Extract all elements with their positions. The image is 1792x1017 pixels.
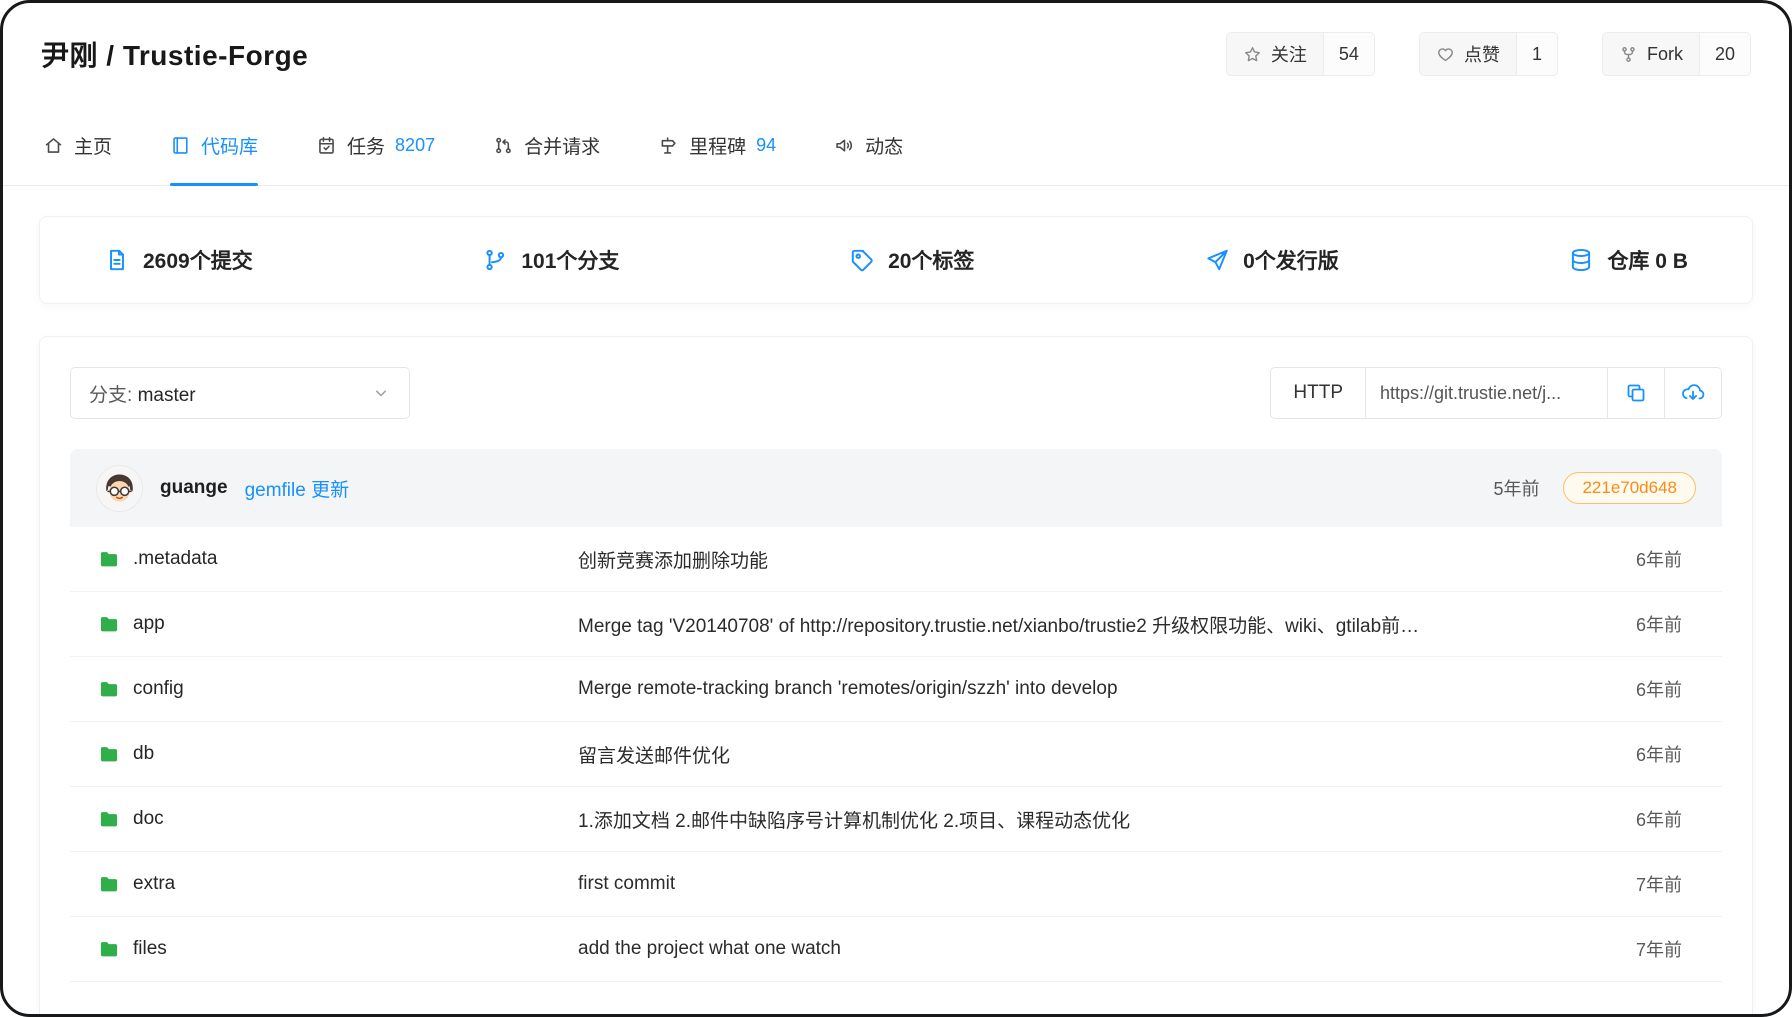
tab-merge-requests[interactable]: 合并请求 xyxy=(493,105,600,185)
repo-header: 尹刚 / Trustie-Forge 关注 54 点赞 1 Fork 20 xyxy=(3,3,1789,105)
milestone-icon xyxy=(658,135,679,156)
file-name[interactable]: db xyxy=(133,743,154,765)
copy-icon[interactable] xyxy=(1607,368,1664,418)
latest-commit-info: guange gemfile 更新 xyxy=(96,465,349,512)
file-commit-time: 6年前 xyxy=(1572,611,1682,637)
branch-selector-text: 分支: master xyxy=(89,380,196,407)
file-commit-message[interactable]: 留言发送邮件优化 xyxy=(578,741,1572,768)
folder-icon xyxy=(98,743,120,765)
file-commit-message[interactable]: 1.添加文档 2.邮件中缺陷序号计算机制优化 2.项目、课程动态优化 xyxy=(578,806,1572,833)
file-commit-time: 7年前 xyxy=(1572,871,1682,897)
task-icon xyxy=(316,135,337,156)
file-row[interactable]: files add the project what one watch 7年前 xyxy=(70,917,1722,982)
file-name[interactable]: extra xyxy=(133,873,175,895)
file-row[interactable]: extra first commit 7年前 xyxy=(70,852,1722,917)
folder-icon xyxy=(98,613,120,635)
file-commit-time: 6年前 xyxy=(1572,546,1682,572)
like-button[interactable]: 点赞 1 xyxy=(1419,32,1558,76)
file-list: .metadata 创新竞赛添加删除功能 6年前 app Merge tag '… xyxy=(70,527,1722,982)
file-commit-message[interactable]: first commit xyxy=(578,873,1572,895)
file-commit-time: 7年前 xyxy=(1572,936,1682,962)
repo-stats-bar: 2609个提交 101个分支 20个标签 0个发行版 仓库 0 B xyxy=(39,216,1753,304)
action-count[interactable]: 1 xyxy=(1516,33,1557,75)
stat-repo-size[interactable]: 仓库 0 B xyxy=(1568,245,1688,275)
tab-badge: 94 xyxy=(756,135,776,156)
file-commit-message[interactable]: add the project what one watch xyxy=(578,938,1572,960)
action-count[interactable]: 20 xyxy=(1699,33,1750,75)
avatar[interactable] xyxy=(96,465,143,512)
file-row[interactable]: config Merge remote-tracking branch 'rem… xyxy=(70,657,1722,722)
folder-icon xyxy=(98,808,120,830)
heart-icon xyxy=(1436,45,1455,64)
action-count[interactable]: 54 xyxy=(1323,33,1374,75)
repo-icon xyxy=(170,135,191,156)
tab-bar: 主页 代码库 任务 8207 合并请求 里程碑 94 动态 xyxy=(3,105,1789,186)
stat-branches[interactable]: 101个分支 xyxy=(482,245,619,275)
file-name[interactable]: doc xyxy=(133,808,164,830)
fork-icon xyxy=(1619,45,1638,64)
file-commit-message[interactable]: Merge tag 'V20140708' of http://reposito… xyxy=(578,611,1572,638)
speaker-icon xyxy=(834,135,855,156)
download-icon[interactable] xyxy=(1664,368,1721,418)
commit-time: 5年前 xyxy=(1493,475,1539,501)
commit-hash-badge[interactable]: 221e70d648 xyxy=(1563,472,1696,504)
clone-url-input[interactable]: https://git.trustie.net/j... xyxy=(1365,368,1607,418)
chevron-down-icon xyxy=(371,383,391,403)
folder-icon xyxy=(98,873,120,895)
branch-icon xyxy=(482,247,508,273)
database-icon xyxy=(1568,247,1594,273)
latest-commit-row[interactable]: guange gemfile 更新 5年前 221e70d648 xyxy=(70,449,1722,527)
tab-home[interactable]: 主页 xyxy=(43,105,112,185)
file-row[interactable]: doc 1.添加文档 2.邮件中缺陷序号计算机制优化 2.项目、课程动态优化 6… xyxy=(70,787,1722,852)
folder-icon xyxy=(98,678,120,700)
home-icon xyxy=(43,135,64,156)
file-name[interactable]: files xyxy=(133,938,167,960)
folder-icon xyxy=(98,548,120,570)
tab-repository[interactable]: 代码库 xyxy=(170,105,258,185)
file-commit-time: 6年前 xyxy=(1572,806,1682,832)
commit-message-link[interactable]: gemfile 更新 xyxy=(245,475,350,502)
clone-url-group: HTTP https://git.trustie.net/j... xyxy=(1270,367,1722,419)
star-icon xyxy=(1243,45,1262,64)
file-row[interactable]: app Merge tag 'V20140708' of http://repo… xyxy=(70,592,1722,657)
repository-panel: 分支: master HTTP https://git.trustie.net/… xyxy=(39,336,1753,1017)
repo-toolbar: 分支: master HTTP https://git.trustie.net/… xyxy=(70,367,1722,419)
tab-activity[interactable]: 动态 xyxy=(834,105,903,185)
file-commit-message[interactable]: 创新竞赛添加删除功能 xyxy=(578,546,1572,573)
file-commit-time: 6年前 xyxy=(1572,741,1682,767)
app-window: 尹刚 / Trustie-Forge 关注 54 点赞 1 Fork 20 主页… xyxy=(0,0,1792,1017)
folder-icon xyxy=(98,938,120,960)
tab-badge: 8207 xyxy=(395,135,435,156)
header-actions: 关注 54 点赞 1 Fork 20 xyxy=(1226,32,1751,76)
stat-tags[interactable]: 20个标签 xyxy=(849,245,974,275)
stat-commits[interactable]: 2609个提交 xyxy=(104,245,253,275)
latest-commit-meta: 5年前 221e70d648 xyxy=(1493,472,1696,504)
file-commit-time: 6年前 xyxy=(1572,676,1682,702)
merge-icon xyxy=(493,135,514,156)
tag-icon xyxy=(849,247,875,273)
file-name[interactable]: .metadata xyxy=(133,548,218,570)
tab-milestones[interactable]: 里程碑 94 xyxy=(658,105,776,185)
file-name[interactable]: config xyxy=(133,678,184,700)
page-title: 尹刚 / Trustie-Forge xyxy=(41,34,308,74)
file-row[interactable]: db 留言发送邮件优化 6年前 xyxy=(70,722,1722,787)
watch-button[interactable]: 关注 54 xyxy=(1226,32,1375,76)
tab-tasks[interactable]: 任务 8207 xyxy=(316,105,435,185)
fork-button[interactable]: Fork 20 xyxy=(1602,32,1751,76)
protocol-button[interactable]: HTTP xyxy=(1271,368,1365,418)
file-row[interactable]: .metadata 创新竞赛添加删除功能 6年前 xyxy=(70,527,1722,592)
file-name[interactable]: app xyxy=(133,613,165,635)
file-commit-message[interactable]: Merge remote-tracking branch 'remotes/or… xyxy=(578,678,1572,700)
stat-releases[interactable]: 0个发行版 xyxy=(1204,245,1339,275)
release-icon xyxy=(1204,247,1230,273)
commit-author[interactable]: guange xyxy=(160,477,228,499)
branch-selector[interactable]: 分支: master xyxy=(70,367,410,419)
commit-icon xyxy=(104,247,130,273)
